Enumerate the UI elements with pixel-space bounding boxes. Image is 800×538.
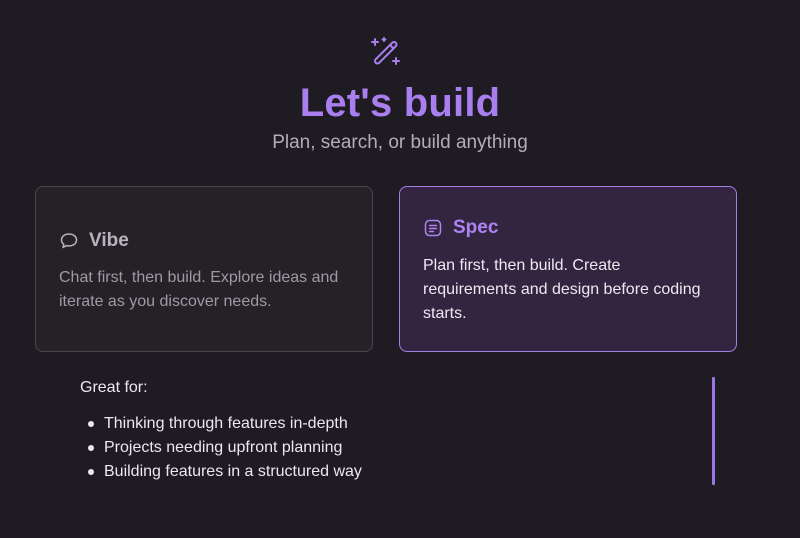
list-item-text: Projects needing upfront planning <box>104 439 343 456</box>
vibe-card-header: Vibe <box>59 229 129 253</box>
list-item: Thinking through features in-depth <box>88 412 362 436</box>
list-item: Building features in a structured way <box>88 460 362 484</box>
spec-card-description: Plan first, then build. Create requireme… <box>423 257 701 322</box>
bullet-icon <box>88 445 94 451</box>
list-item-text: Building features in a structured way <box>104 463 362 480</box>
list-item: Projects needing upfront planning <box>88 436 362 460</box>
vibe-mode-card[interactable]: Vibe Chat first, then build. Explore ide… <box>35 186 373 352</box>
magic-wand-icon <box>371 37 400 65</box>
page-subtitle: Plan, search, or build anything <box>272 132 528 153</box>
feature-list: Thinking through features in-depth Proje… <box>86 412 362 484</box>
list-item-text: Thinking through features in-depth <box>104 415 348 432</box>
chat-bubble-icon <box>60 233 78 249</box>
spec-card-header: Spec <box>423 216 498 240</box>
vibe-card-title: Vibe <box>89 230 129 251</box>
bullet-icon <box>88 469 94 475</box>
spec-card-title: Spec <box>453 217 499 238</box>
great-for-heading: Great for: <box>80 379 148 396</box>
page-title: Let's build <box>299 81 501 125</box>
document-lines-icon <box>424 219 442 237</box>
scrollbar-thumb[interactable] <box>712 377 715 485</box>
vibe-card-description: Chat first, then build. Explore ideas an… <box>59 269 339 310</box>
bullet-icon <box>88 421 94 427</box>
spec-mode-card[interactable]: Spec Plan first, then build. Create requ… <box>399 186 737 352</box>
